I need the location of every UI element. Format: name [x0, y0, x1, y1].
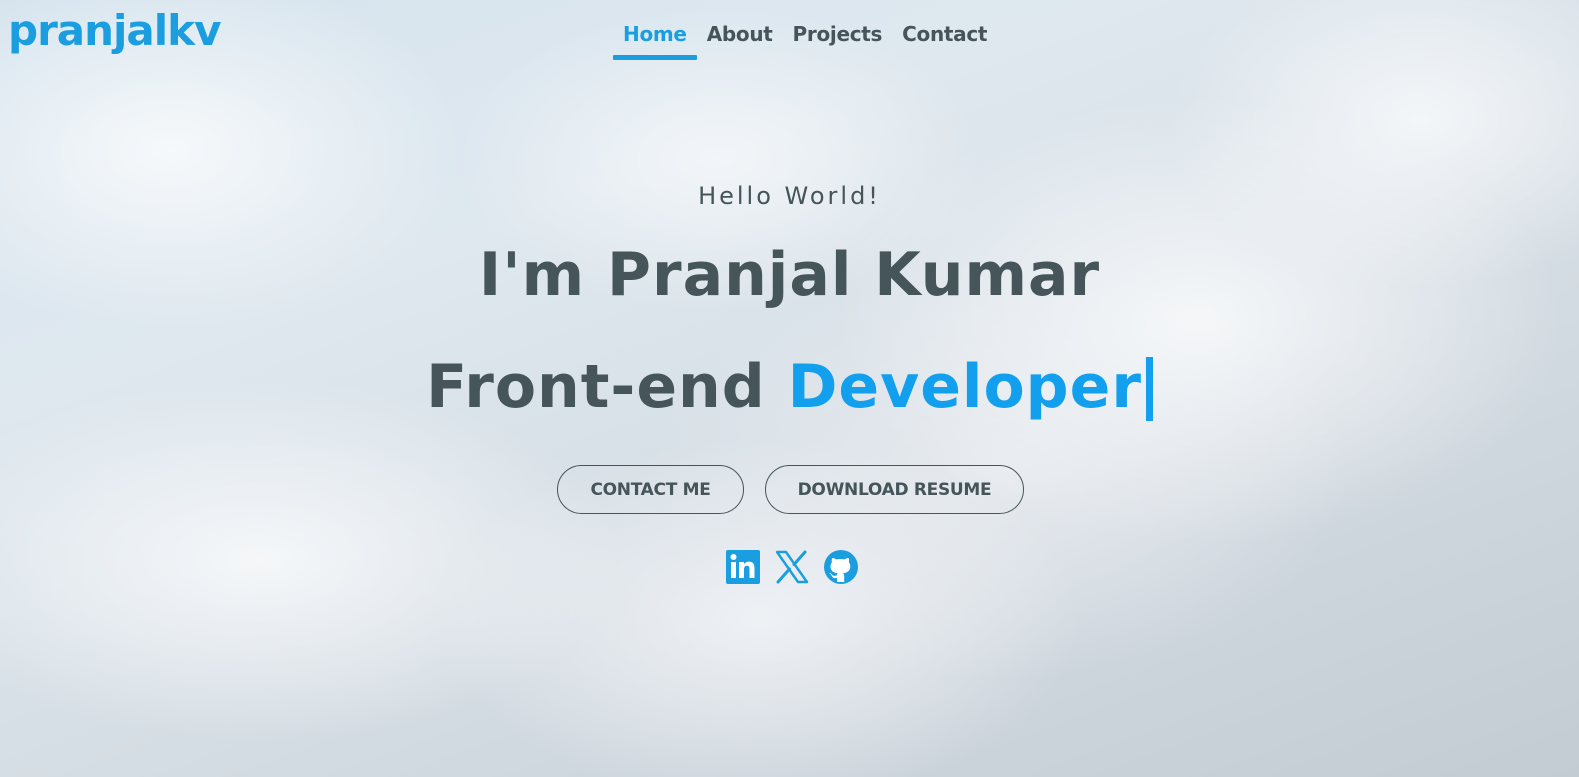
- hero-buttons: CONTACT ME DOWNLOAD RESUME: [0, 465, 1579, 514]
- linkedin-link[interactable]: [725, 549, 761, 585]
- github-link[interactable]: [823, 549, 859, 585]
- nav-item-projects[interactable]: Projects: [783, 22, 893, 60]
- contact-me-button[interactable]: CONTACT ME: [557, 465, 744, 514]
- nav-item-home[interactable]: Home: [613, 22, 697, 60]
- github-icon: [824, 550, 858, 584]
- hero-role: Front-end Developer: [0, 352, 1579, 422]
- hero-name: I'm Pranjal Kumar: [478, 240, 1101, 310]
- navbar: pranjalkv Home About Projects Contact: [0, 0, 1579, 70]
- site-logo[interactable]: pranjalkv: [8, 6, 221, 55]
- social-links: [0, 549, 1579, 585]
- nav-links: Home About Projects Contact: [613, 22, 997, 60]
- x-twitter-icon: [775, 550, 809, 584]
- linkedin-icon: [726, 550, 760, 584]
- nav-item-contact[interactable]: Contact: [892, 22, 997, 60]
- x-link[interactable]: [774, 549, 810, 585]
- hero-greeting: Hello World!: [698, 182, 881, 210]
- role-highlight: Developer: [787, 352, 1142, 422]
- typing-cursor: [1145, 357, 1153, 421]
- role-prefix: Front-end: [426, 352, 766, 422]
- nav-item-about[interactable]: About: [697, 22, 783, 60]
- download-resume-button[interactable]: DOWNLOAD RESUME: [765, 465, 1024, 514]
